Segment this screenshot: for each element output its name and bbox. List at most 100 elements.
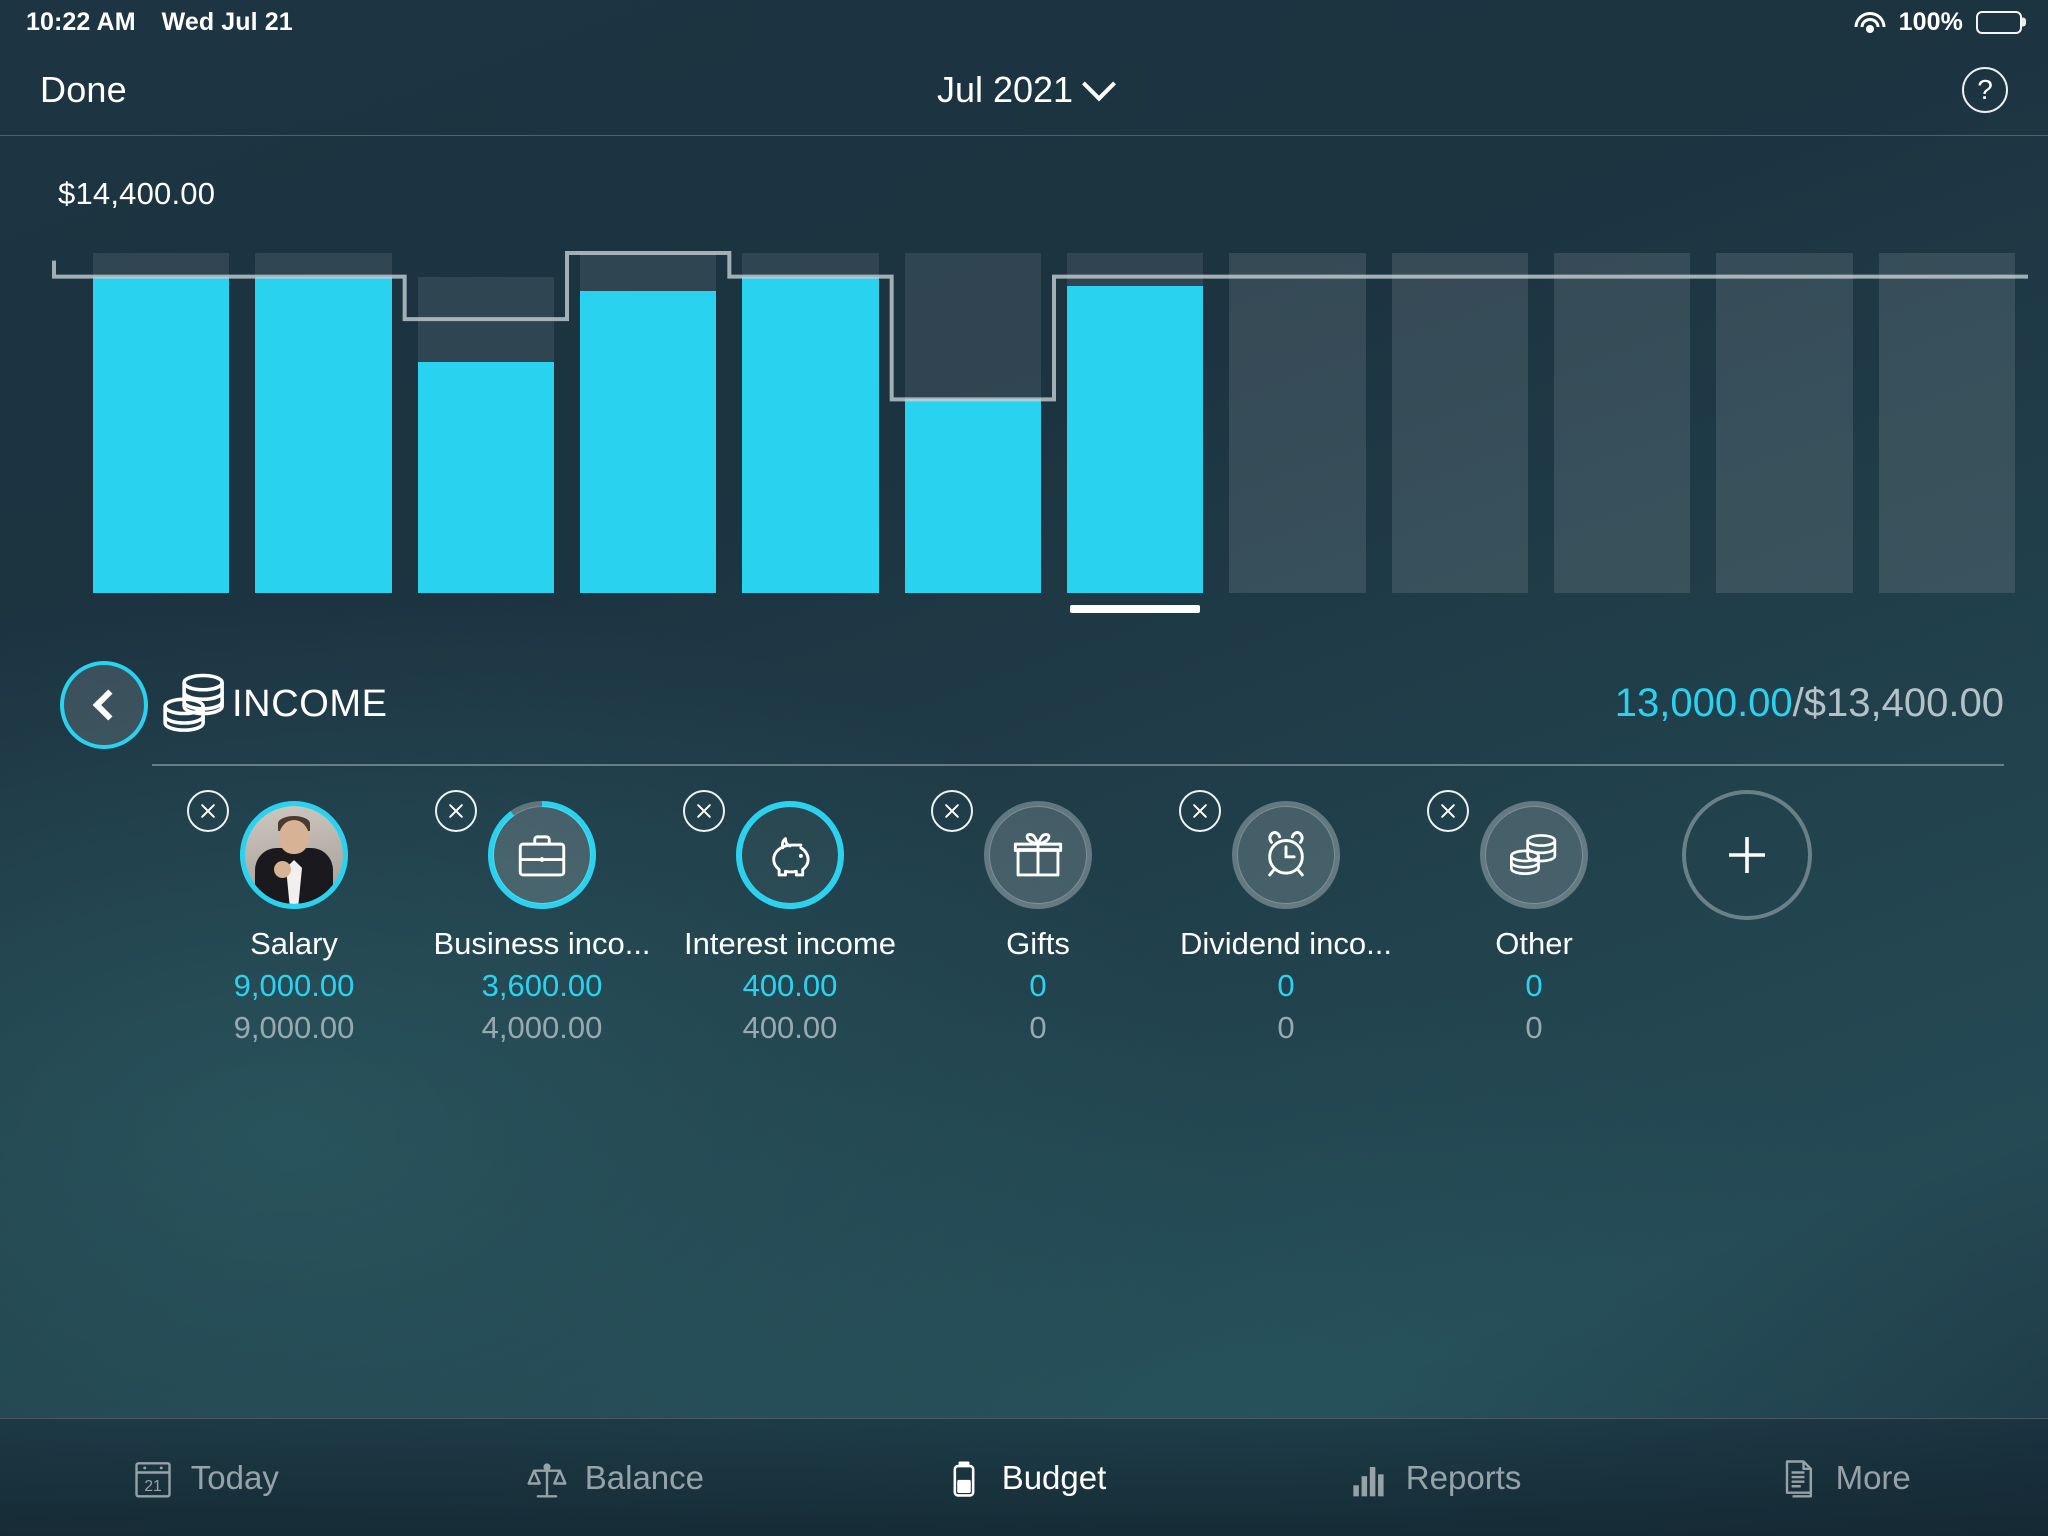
chart-bar-dec[interactable] [1878,253,2015,593]
wifi-icon [1854,11,1886,34]
month-label: Jul 2021 [936,68,1074,110]
close-icon [1193,804,1207,818]
close-circle-icon[interactable] [931,790,973,832]
category-item-business-inco[interactable]: Business inco... 3,600.00 4,000.00 [418,790,666,1046]
scales-icon [527,1462,567,1498]
battery-full-icon [1976,10,2022,34]
category-icon-ring[interactable] [931,790,1093,910]
tab-label: Today [190,1458,279,1496]
chart-bar-aug[interactable] [1229,253,1366,593]
tab-label: Reports [1405,1458,1522,1496]
bar-fill [93,276,230,593]
chart-bar-jul[interactable] [1067,253,1204,613]
category-icon-ring[interactable] [187,790,349,910]
documents-icon [1785,1459,1812,1498]
category-budget-amount: 0 [1029,1010,1047,1045]
section-amount-total: $13,400.00 [1803,681,2004,725]
category-actual-amount: 400.00 [742,968,838,1003]
category-budget-amount: 0 [1525,1010,1543,1045]
done-button[interactable]: Done [40,69,127,111]
tab-today[interactable]: 21 Today [0,1454,410,1502]
category-icon-ring[interactable] [435,790,597,910]
coins-icon [163,673,224,732]
coins-icon [1509,834,1557,876]
chart-max-label: $14,400.00 [58,176,216,211]
bottom-tab-bar: 21 Today Balance Budget Reports More [0,1418,2048,1536]
category-item-interest-income[interactable]: Interest income 400.00 400.00 [666,790,914,1046]
category-actual-amount: 0 [1277,968,1295,1003]
category-name: Interest income [684,926,896,961]
category-name: Gifts [1006,926,1070,961]
category-avatar [245,806,343,904]
category-budget-amount: 400.00 [742,1010,838,1045]
category-icon-disc [741,806,839,904]
status-right-cluster: 100% [1854,8,2022,37]
close-circle-icon[interactable] [435,790,477,832]
chart-bar-sep[interactable] [1391,253,1528,593]
chart-plot-area[interactable] [0,216,2048,628]
status-bar: 10:22 AM Wed Jul 21 100% [0,0,2048,44]
tab-reports[interactable]: Reports [1229,1454,1639,1502]
category-item-other[interactable]: Other 0 0 [1410,790,1658,1046]
add-category-button[interactable] [1682,790,1812,920]
chart-bar-nov[interactable] [1716,253,1853,593]
tab-label: Balance [584,1458,705,1496]
back-button[interactable] [60,661,148,749]
chart-bar-may[interactable] [742,253,879,593]
category-item-dividend-inco[interactable]: Dividend inco... 0 0 [1162,790,1410,1046]
piggy-bank-icon [772,837,810,877]
chart-bar-oct[interactable] [1554,253,1691,593]
tab-more[interactable]: More [1638,1454,2048,1502]
bar-track [1878,253,2015,593]
tab-label: Budget [1001,1458,1107,1496]
category-icon-ring[interactable] [1427,790,1589,910]
status-date: Wed Jul 21 [161,7,293,36]
chart-bar-jun[interactable] [904,253,1041,593]
bar-track [1554,253,1691,593]
category-icon-ring[interactable] [683,790,845,910]
category-item-salary[interactable]: Salary 9,000.00 9,000.00 [170,790,418,1046]
bar-fill [255,276,392,593]
close-circle-icon[interactable] [187,790,229,832]
briefcase-icon [518,835,566,877]
tab-budget[interactable]: Budget [819,1454,1229,1502]
help-button[interactable]: ? [1962,66,2008,113]
close-circle-icon[interactable] [1179,790,1221,832]
category-budget-amount: 4,000.00 [481,1010,603,1045]
alarm-clock-icon [1268,831,1304,877]
category-budget-amount: 9,000.00 [233,1010,355,1045]
section-amount-separator: / [1792,681,1804,725]
chart-bar-jan[interactable] [93,253,230,593]
close-icon [1441,804,1455,818]
avatar [245,806,343,904]
category-actual-amount: 0 [1029,968,1047,1003]
section-title: INCOME [232,683,388,725]
svg-text:21: 21 [144,1477,161,1494]
category-name: Business inco... [433,926,651,961]
battery-icon [953,1461,975,1497]
close-circle-icon[interactable] [683,790,725,832]
selected-month-indicator [1070,605,1201,613]
chart-bar-feb[interactable] [255,253,392,593]
plus-icon [1729,837,1765,873]
category-item-gifts[interactable]: Gifts 0 0 [914,790,1162,1046]
close-circle-icon[interactable] [1427,790,1469,832]
bar-track [1716,253,1853,593]
tab-balance[interactable]: Balance [410,1454,820,1502]
budget-screen: 10:22 AM Wed Jul 21 100% Done Jul 2021 ?… [0,0,2048,1536]
bar-fill [742,276,879,593]
category-icon-disc [1485,806,1583,904]
category-actual-amount: 0 [1525,968,1543,1003]
chart-bar-mar[interactable] [417,253,554,593]
month-selector[interactable]: Jul 2021 [854,66,1194,111]
category-actual-amount: 3,600.00 [481,968,603,1003]
close-icon [449,804,463,818]
income-bar-chart[interactable]: $14,400.00 [0,136,2048,636]
category-icon-ring[interactable] [1179,790,1341,910]
chevron-left-icon [92,689,124,721]
bar-chart-icon [1353,1466,1384,1496]
bar-fill [1067,286,1204,593]
category-name: Other [1495,926,1573,961]
section-amount-current: 13,000.00 [1614,681,1793,725]
chart-bar-apr[interactable] [580,253,717,593]
